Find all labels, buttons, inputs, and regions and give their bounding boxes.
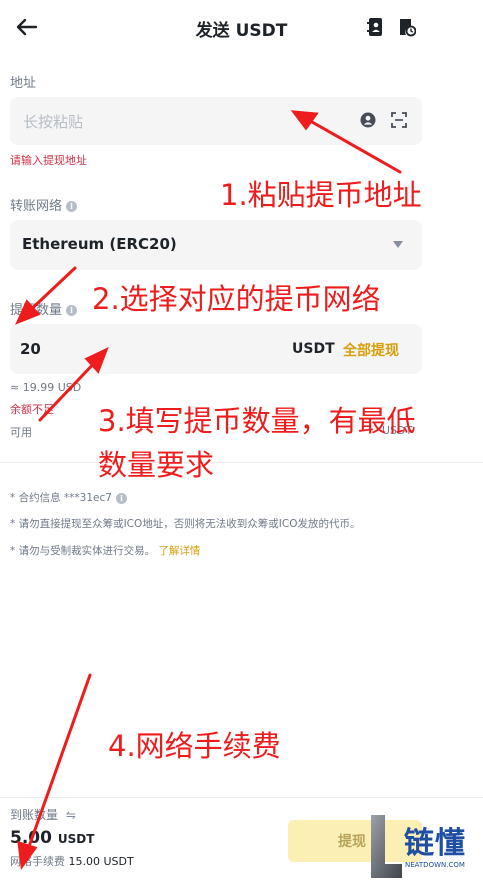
address-input[interactable]: 长按粘贴: [10, 97, 422, 145]
receive-unit: USDT: [57, 832, 95, 846]
annotation-3-line1: 3.填写提币数量，有最低: [98, 404, 416, 438]
amount-value: 20: [20, 340, 41, 358]
divider: [0, 462, 483, 463]
network-fee: 网络手续费 15.00 USDT: [10, 855, 134, 868]
scan-icon[interactable]: [391, 112, 407, 128]
amount-unit: USDT: [292, 341, 335, 357]
watermark-sub: NEATDOWN.COM: [405, 861, 465, 869]
receive-amount: 5.00 USDT: [10, 828, 95, 848]
receive-label: 到账数量 ⇋: [10, 808, 76, 822]
annotation-4: 4.网络手续费: [108, 729, 281, 763]
info-icon[interactable]: i: [115, 492, 127, 504]
swap-icon[interactable]: ⇋: [66, 808, 76, 822]
address-placeholder: 长按粘贴: [23, 113, 84, 131]
fee-value: 15.00 USDT: [68, 855, 134, 868]
network-value: Ethereum (ERC20): [22, 235, 177, 253]
annotation-2: 2.选择对应的提币网络: [92, 282, 381, 316]
withdraw-all-button[interactable]: 全部提现: [343, 340, 399, 360]
address-label: 地址: [10, 76, 37, 91]
annotation-3-line2: 数量要求: [98, 448, 215, 482]
watermark-text: 链懂: [404, 826, 466, 861]
amount-error: 余额不足: [10, 403, 54, 416]
header: 发送 USDT: [0, 0, 483, 56]
amount-input[interactable]: 20 USDT 全部提现: [10, 324, 422, 374]
available-label: 可用: [10, 426, 32, 439]
ico-warning: * 请勿直接提现至众筹或ICO地址，否则将无法收到众筹或ICO发放的代币。: [10, 518, 361, 530]
network-label: 转账网络 i: [10, 195, 78, 214]
contract-info: * 合约信息 ***31ec7 i: [10, 490, 127, 505]
address-book-icon[interactable]: [366, 17, 384, 37]
learn-more-link[interactable]: 了解详情: [158, 545, 200, 557]
info-icon[interactable]: i: [66, 305, 78, 316]
address-error: 请输入提现地址: [10, 154, 87, 167]
annotation-1: 1.粘贴提币地址: [220, 178, 422, 212]
history-icon[interactable]: [398, 17, 416, 37]
amount-label: 提现数量 i: [10, 299, 78, 318]
divider: [0, 797, 483, 798]
info-icon[interactable]: i: [66, 201, 78, 212]
sanction-warning: * 请勿与受制裁实体进行交易。 了解详情: [10, 545, 201, 557]
caret-down-icon: [393, 241, 403, 248]
contact-icon[interactable]: [360, 112, 376, 128]
network-select[interactable]: Ethereum (ERC20): [10, 220, 422, 270]
amount-approx: ≈ 19.99 USD: [10, 381, 82, 394]
